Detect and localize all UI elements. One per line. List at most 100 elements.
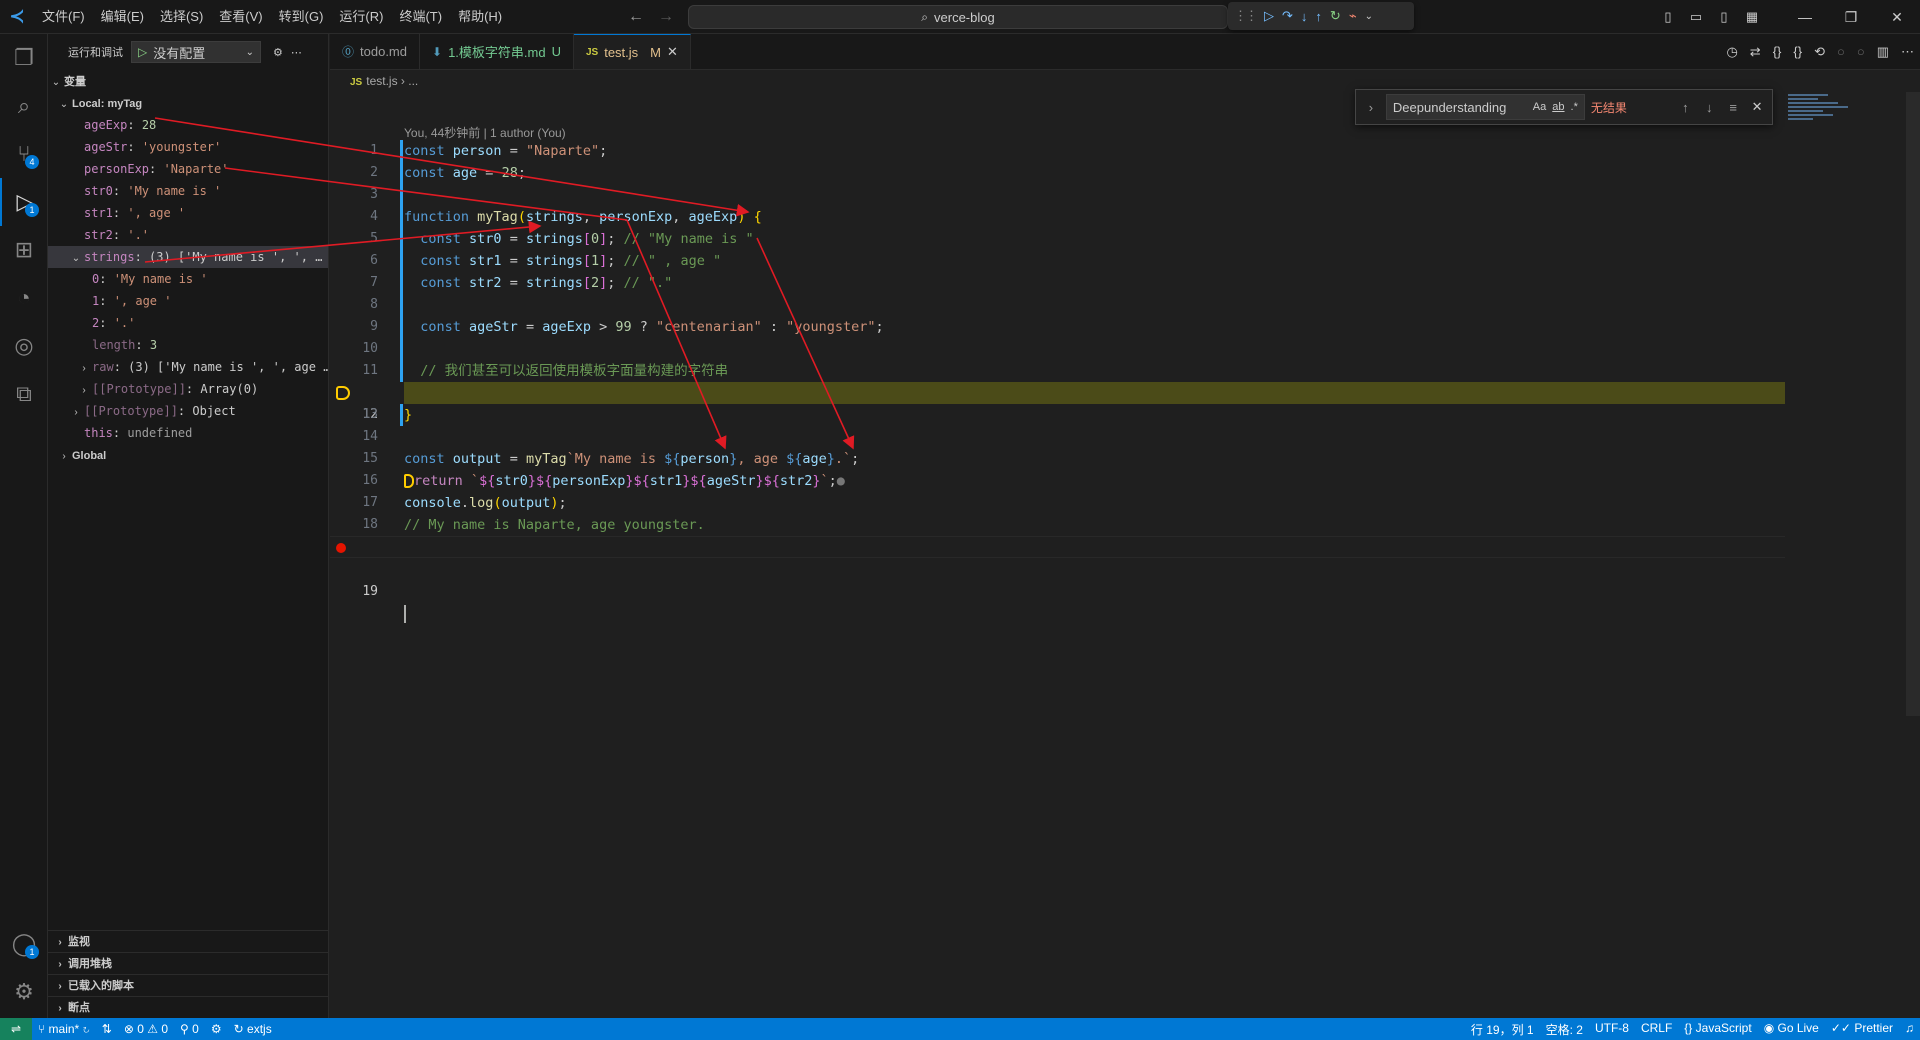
code-line[interactable]: 14 (330, 426, 1785, 448)
go-live-button[interactable]: ◉ Go Live (1758, 1021, 1825, 1038)
step-into-icon[interactable]: ↓ (1301, 9, 1308, 24)
code-line[interactable]: 2 const age = 28; (330, 162, 1785, 184)
variables-section-header[interactable]: ⌄ 变量 (48, 70, 328, 92)
search-activity-icon[interactable]: ⌕ (0, 82, 48, 130)
variable-row[interactable]: ageExp: 28 (48, 114, 328, 136)
code-line[interactable]: 15 const output = myTag`My name is ${pers… (330, 448, 1785, 470)
variable-row[interactable]: personExp: 'Naparte' (48, 158, 328, 180)
accounts-icon[interactable]: ◯ 1 (0, 920, 48, 968)
drag-grip-icon[interactable]: ⋮⋮ (1234, 8, 1258, 24)
notifications-bell-icon[interactable]: ♫ (1899, 1021, 1920, 1038)
launch-config-select[interactable]: ▷ 没有配置 ⌄ (131, 41, 261, 63)
remote-explorer-icon[interactable]: ⧉ (0, 370, 48, 418)
close-window-icon[interactable]: ✕ (1874, 9, 1920, 26)
call-stack-section[interactable]: › 调用堆栈 (48, 952, 328, 974)
open-changes-icon[interactable]: ⇄ (1750, 44, 1761, 60)
gitlens-icon[interactable]: ◎ (0, 322, 48, 370)
restart-icon[interactable]: ↻ (1330, 8, 1341, 24)
variable-row[interactable]: str0: 'My name is ' (48, 180, 328, 202)
continue-icon[interactable]: ▷ (1264, 8, 1274, 24)
dot-circle-icon[interactable]: ○ (1837, 44, 1845, 59)
start-debug-icon[interactable]: ▷ (138, 45, 147, 59)
breakpoint-icon[interactable] (336, 543, 346, 553)
forward-arrow-icon[interactable]: → (658, 8, 674, 26)
dot-circle-icon[interactable]: ○ (1857, 44, 1865, 59)
code-line[interactable]: 17 console.log(output); (330, 492, 1785, 514)
encoding[interactable]: UTF-8 (1589, 1021, 1635, 1038)
indentation[interactable]: 空格: 2 (1540, 1021, 1589, 1038)
match-case-toggle[interactable]: Aa (1533, 101, 1546, 113)
back-arrow-icon[interactable]: ← (628, 8, 644, 26)
timeline-icon[interactable]: ◷ (1726, 44, 1737, 60)
braces-icon[interactable]: {} (1773, 44, 1782, 59)
whole-word-toggle[interactable]: ab (1552, 101, 1564, 113)
chevron-down-icon[interactable]: ⌄ (1365, 11, 1373, 22)
menu-run[interactable]: 运行(R) (331, 0, 391, 34)
variable-row-raw[interactable]: › raw: (3) ['My name is ', ', age … (48, 356, 328, 378)
step-over-icon[interactable]: ↷ (1282, 8, 1293, 24)
variable-row[interactable]: 1: ', age ' (48, 290, 328, 312)
code-line-current[interactable]: 19 (330, 536, 1785, 623)
variable-row[interactable]: 0: 'My name is ' (48, 268, 328, 290)
menu-view[interactable]: 查看(V) (211, 0, 270, 34)
minimap[interactable] (1788, 92, 1858, 132)
menu-edit[interactable]: 编辑(E) (93, 0, 152, 34)
code-line[interactable]: 7 const str2 = strings[2]; // "." (330, 272, 1785, 294)
code-line[interactable]: 1 const person = "Naparte"; (330, 140, 1785, 162)
code-line[interactable]: 9 const ageStr = ageExp > 99 ? "centenar… (330, 316, 1785, 338)
paused-breakpoint-icon[interactable] (336, 386, 350, 400)
variable-row-prototype[interactable]: › [[Prototype]]: Object (48, 400, 328, 422)
code-line[interactable]: 18// My name is Naparte, age youngster. (330, 514, 1785, 536)
remote-indicator-icon[interactable]: ⇌ (0, 1018, 32, 1040)
breadcrumb-file[interactable]: test.js (366, 74, 397, 88)
code-line[interactable]: 16 (330, 470, 1785, 492)
code-line[interactable]: 4 function myTag(strings, personExp, ageE… (330, 206, 1785, 228)
split-editor-icon[interactable]: ▥ (1877, 44, 1889, 60)
extensions-icon[interactable]: ⊞ (0, 226, 48, 274)
toggle-secondary-sidebar-icon[interactable]: ▯ (1710, 9, 1738, 25)
tab-todo-md[interactable]: ⓪ todo.md (330, 34, 420, 69)
code-line-paused[interactable]: 12 return `${str0}${personExp}${str1}${a… (330, 382, 1785, 489)
menu-selection[interactable]: 选择(S) (152, 0, 211, 34)
variable-row-prototype[interactable]: › [[Prototype]]: Array(0) (48, 378, 328, 400)
extjs-item[interactable]: ↻ extjs (228, 1022, 278, 1036)
variable-row[interactable]: length: 3 (48, 334, 328, 356)
git-graph-icon[interactable]: ◔ (0, 274, 48, 322)
find-input[interactable]: Deepunderstanding Aa ab .* (1385, 94, 1585, 120)
close-tab-icon[interactable]: ✕ (667, 44, 678, 60)
scope-local[interactable]: ⌄ Local: myTag (48, 92, 328, 114)
menu-help[interactable]: 帮助(H) (450, 0, 510, 34)
code-line[interactable]: 6 const str1 = strings[1]; // " , age " (330, 250, 1785, 272)
end-of-line[interactable]: CRLF (1635, 1021, 1678, 1038)
regex-toggle[interactable]: .* (1571, 101, 1578, 113)
code-line[interactable]: 13} (330, 404, 1785, 426)
menu-terminal[interactable]: 终端(T) (391, 0, 450, 34)
settings-gear-icon[interactable]: ⚙ (0, 968, 48, 1016)
tab-test-js[interactable]: JS test.js M ✕ (573, 34, 691, 69)
branch-item[interactable]: ⑂ main* ↻ (32, 1022, 96, 1036)
menu-go[interactable]: 转到(G) (271, 0, 332, 34)
toggle-primary-sidebar-icon[interactable]: ▯ (1654, 9, 1682, 25)
language-mode[interactable]: {} JavaScript (1678, 1021, 1757, 1038)
watch-section[interactable]: › 监视 (48, 930, 328, 952)
code-line[interactable]: 11 // 我们甚至可以返回使用模板字面量构建的字符串 (330, 360, 1785, 382)
debug-status-icon[interactable]: ⚙ (205, 1022, 228, 1036)
code-editor[interactable]: You, 44秒钟前 | 1 author (You) 1 const perso… (330, 92, 1920, 1018)
previous-change-icon[interactable]: ⟲ (1814, 44, 1825, 60)
disconnect-icon[interactable]: ⌁ (1349, 8, 1357, 24)
previous-match-icon[interactable]: ↑ (1676, 100, 1694, 115)
run-debug-icon[interactable]: ▷ 1 (0, 178, 48, 226)
chevron-right-icon[interactable]: › (1362, 100, 1380, 115)
tab-template-string-md[interactable]: ⬇ 1.模板字符串.md U (420, 34, 574, 69)
gear-icon[interactable]: ⚙ (273, 46, 283, 59)
command-center-search[interactable]: ⌕ verce-blog (688, 5, 1228, 29)
vertical-scrollbar[interactable] (1906, 92, 1920, 716)
codelens-blame[interactable]: You, 44秒钟前 | 1 author (You) (404, 124, 566, 141)
variable-row-strings[interactable]: ⌄ strings: (3) ['My name is ', ', … (48, 246, 328, 268)
code-line[interactable]: 5 const str0 = strings[0]; // "My name i… (330, 228, 1785, 250)
source-control-icon[interactable]: ⑂ 4 (0, 130, 48, 178)
more-actions-icon[interactable]: ⋯ (1901, 44, 1914, 60)
breakpoints-section[interactable]: › 断点 (48, 996, 328, 1018)
scope-global[interactable]: › Global (48, 444, 328, 466)
toggle-panel-icon[interactable]: ▭ (1682, 9, 1710, 25)
